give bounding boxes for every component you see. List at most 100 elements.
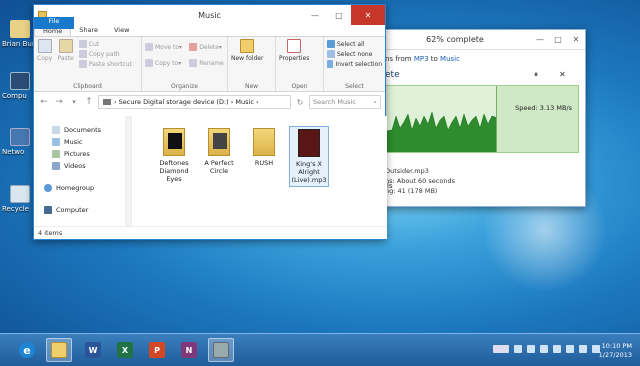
speed-graph: Speed: 3.13 MB/s <box>385 85 579 153</box>
keyboard-icon[interactable] <box>493 345 509 353</box>
copy-button[interactable]: Copy <box>37 39 52 62</box>
paste-button[interactable]: Paste <box>57 39 74 62</box>
folder-item[interactable]: A Perfect Circle <box>199 128 239 175</box>
taskbar-onenote[interactable]: N <box>176 338 202 362</box>
back-icon[interactable]: ← <box>38 97 50 107</box>
properties-icon <box>287 39 302 53</box>
nav-item-videos[interactable]: Videos <box>34 160 131 172</box>
organize-col-2: Delete ▾ Rename <box>189 39 224 71</box>
copy-dialog-titlebar[interactable]: 62% complete — □ ✕ <box>379 30 585 50</box>
nav-item-pictures[interactable]: Pictures <box>34 148 131 160</box>
taskbar-copy-progress[interactable] <box>208 338 234 362</box>
recent-dropdown-icon[interactable]: ▾ <box>68 98 80 106</box>
desktop-icon-label: Compu <box>2 92 27 100</box>
nav-scrollbar[interactable] <box>125 116 131 228</box>
homegroup-icon <box>44 184 52 192</box>
select-all-button[interactable]: Select all <box>327 39 382 49</box>
nav-item-computer[interactable]: Computer <box>34 204 131 216</box>
source-link[interactable]: MP3 <box>414 55 429 63</box>
search-input[interactable]: Search Music ⌕ <box>309 95 381 109</box>
items-remaining: ng: 41 (178 MB) <box>385 187 438 195</box>
copy-progress-icon <box>213 342 229 358</box>
ribbon: Copy Paste Cut Copy path Paste shortcut … <box>34 37 385 92</box>
file-name: RUSH <box>254 159 274 167</box>
folder-item[interactable]: RUSH <box>244 128 284 167</box>
security-icon[interactable] <box>540 345 548 353</box>
copy-path-icon <box>78 50 87 58</box>
move-to-button[interactable]: Move to ▾ <box>145 39 187 55</box>
recycle-bin-icon <box>10 185 30 203</box>
computer-icon <box>44 206 52 214</box>
videos-icon <box>52 162 60 170</box>
rename-button[interactable]: Rename <box>189 55 224 71</box>
powerpoint-icon: P <box>149 342 165 358</box>
delete-icon <box>189 43 198 51</box>
close-button[interactable]: ✕ <box>567 35 585 44</box>
time-remaining: ns: About 60 seconds <box>385 177 455 185</box>
clock[interactable]: 10:10 PM 1/27/2013 <box>599 342 632 360</box>
tab-view[interactable]: View <box>106 24 137 36</box>
copy-progress-dialog[interactable]: 62% complete — □ ✕ ns from MP3 to Music … <box>378 29 586 207</box>
new-folder-icon <box>240 39 255 53</box>
taskbar-powerpoint[interactable]: P <box>144 338 170 362</box>
taskbar-word[interactable]: W <box>80 338 106 362</box>
taskbar-file-explorer[interactable] <box>46 338 72 362</box>
new-folder-button[interactable]: New folder <box>231 39 263 62</box>
explorer-window[interactable]: Music — □ ✕ File Home Share View Copy Pa… <box>33 4 387 240</box>
flag-icon[interactable] <box>566 345 574 353</box>
file-item-selected[interactable]: King's X Alright (Live).mp3 <box>289 126 329 187</box>
taskbar-excel[interactable]: X <box>112 338 138 362</box>
window-title: Music <box>198 10 221 20</box>
invert-selection-button[interactable]: Invert selection <box>327 59 382 69</box>
speed-graph-area <box>386 111 498 152</box>
maximize-button[interactable]: □ <box>549 35 567 44</box>
explorer-titlebar[interactable]: Music — □ ✕ <box>34 5 385 25</box>
cut-button[interactable]: Cut <box>78 39 132 49</box>
nav-item-documents[interactable]: Documents <box>34 124 131 136</box>
paste-shortcut-button[interactable]: Paste shortcut <box>78 59 132 69</box>
paste-shortcut-label: Paste shortcut <box>88 60 132 68</box>
breadcrumb-drive[interactable]: Secure Digital storage device (D:) <box>119 98 229 106</box>
rename-label: Rename <box>199 59 224 67</box>
minimize-button[interactable]: — <box>531 35 549 44</box>
nav-item-music[interactable]: Music <box>34 136 131 148</box>
refresh-icon[interactable]: ↻ <box>294 98 306 107</box>
folder-icon <box>163 128 185 156</box>
select-group: Select all Select none Invert selection … <box>324 37 385 91</box>
nav-item-homegroup[interactable]: Homegroup <box>34 182 131 194</box>
copy-label: Copy <box>37 55 53 62</box>
pause-button[interactable]: ⏸ <box>534 70 538 80</box>
select-none-button[interactable]: Select none <box>327 49 382 59</box>
copy-path-button[interactable]: Copy path <box>78 49 132 59</box>
copy-dialog-title: 62% complete <box>426 35 484 44</box>
breadcrumb-music[interactable]: Music <box>235 98 254 106</box>
select-caption: Select <box>345 83 364 90</box>
clipboard-group: Copy Paste Cut Copy path Paste shortcut … <box>34 37 142 91</box>
documents-icon <box>52 126 60 134</box>
stop-button[interactable]: ✕ <box>559 70 566 79</box>
open-caption: Open <box>291 83 308 90</box>
bluetooth-icon[interactable] <box>527 345 535 353</box>
network-tray-icon[interactable] <box>514 345 522 353</box>
address-bar[interactable]: › Secure Digital storage device (D:) › M… <box>98 95 291 109</box>
folder-item[interactable]: Deftones Diamond Eyes <box>154 128 194 183</box>
copy-to-button[interactable]: Copy to ▾ <box>145 55 187 71</box>
destination-link[interactable]: Music <box>440 55 460 63</box>
properties-button[interactable]: Properties <box>279 39 309 62</box>
up-icon[interactable]: ↑ <box>83 97 95 107</box>
tab-file[interactable]: File <box>34 17 74 29</box>
copy-path-label: Copy path <box>88 50 120 58</box>
forward-icon[interactable]: → <box>53 97 65 107</box>
system-tray <box>493 345 600 353</box>
clipboard-caption: Clipboard <box>73 83 102 90</box>
current-file-name: Outsider.mp3 <box>385 167 429 175</box>
copy-icon <box>37 39 52 53</box>
rename-icon <box>189 59 198 67</box>
delete-button[interactable]: Delete ▾ <box>189 39 224 55</box>
wifi-icon[interactable] <box>579 345 587 353</box>
battery-icon[interactable] <box>553 345 561 353</box>
move-to-icon <box>145 43 153 51</box>
taskbar-internet-explorer[interactable]: e <box>14 338 40 362</box>
tab-share[interactable]: Share <box>71 24 106 36</box>
desktop-icon-label: Recycle <box>2 205 29 213</box>
